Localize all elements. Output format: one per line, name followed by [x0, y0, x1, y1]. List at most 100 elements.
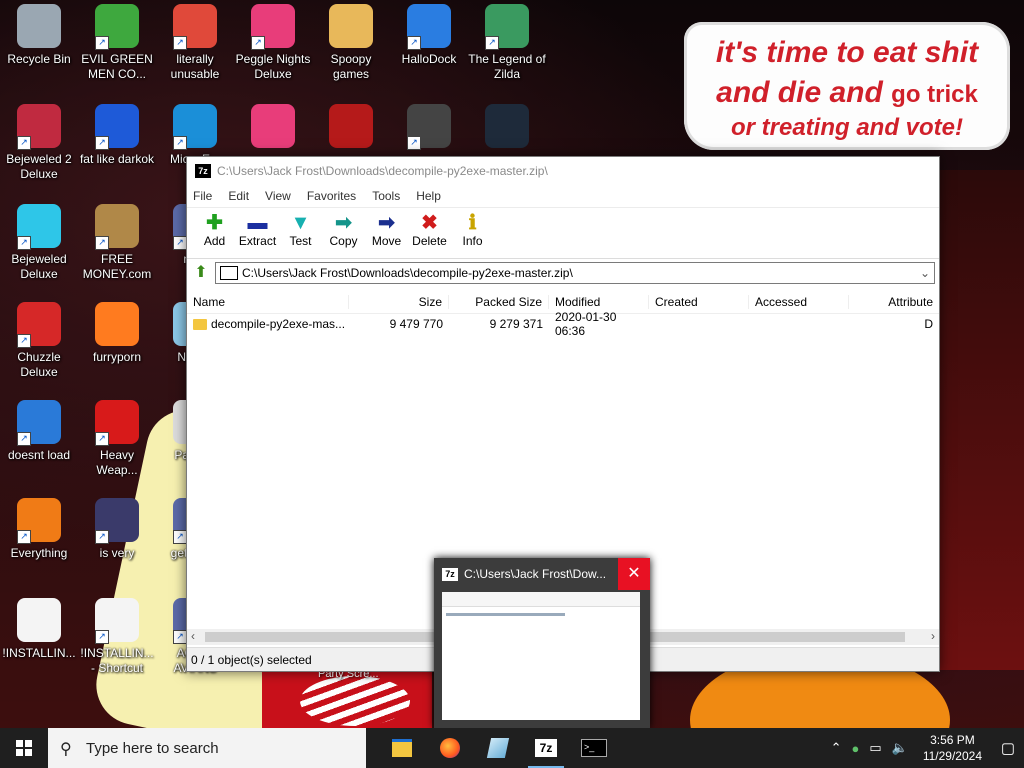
desktop-icon[interactable]: ↗ EVIL GREEN MEN CO...: [78, 4, 156, 82]
desktop-icon[interactable]: ↗ doesnt load: [0, 400, 78, 463]
desktop-icon[interactable]: ↗ is very: [78, 498, 156, 561]
menu-file[interactable]: File: [193, 189, 212, 203]
toolbar-test-button[interactable]: ▼ Test: [279, 208, 322, 248]
notification-icon[interactable]: ▢: [992, 739, 1024, 757]
desktop-icon[interactable]: ↗ !INSTALLIN... - Shortcut: [78, 598, 156, 676]
desktop-icon[interactable]: [312, 104, 390, 152]
desktop-icon[interactable]: ↗ Bejeweled 2 Deluxe: [0, 104, 78, 182]
desktop-icon-label: fat like darkok: [79, 152, 155, 166]
people-icon[interactable]: ●: [851, 741, 859, 756]
chevron-down-icon[interactable]: ⌄: [916, 266, 934, 280]
menu-edit[interactable]: Edit: [228, 189, 249, 203]
desktop-icon[interactable]: ↗ HalloDock: [390, 4, 468, 67]
desktop-icon[interactable]: furryporn: [78, 302, 156, 365]
network-icon[interactable]: ▭: [869, 740, 881, 756]
folder-icon: [329, 4, 373, 48]
toolbar-delete-button[interactable]: ✖ Delete: [408, 208, 451, 248]
shortcut-arrow-icon: ↗: [173, 630, 187, 644]
menu-help[interactable]: Help: [416, 189, 441, 203]
desktop-icon[interactable]: [468, 104, 546, 152]
address-bar[interactable]: C:\Users\Jack Frost\Downloads\decompile-…: [215, 262, 935, 284]
toolbar-move-button[interactable]: ➡ Move: [365, 208, 408, 248]
desktop-icon-label: The Legend of Zilda: [468, 52, 546, 81]
column-packed-size[interactable]: Packed Size: [449, 295, 549, 309]
flash-icon: [329, 104, 373, 148]
chrome-icon: ↗: [173, 4, 217, 50]
column-attribute[interactable]: Attribute: [849, 295, 939, 309]
clock-date: 11/29/2024: [922, 749, 982, 763]
green-men-icon: ↗: [95, 4, 139, 50]
taskbar-preview[interactable]: 7z C:\Users\Jack Frost\Dow... ✕: [434, 558, 650, 728]
desktop-icon[interactable]: ↗ Peggle Nights Deluxe: [234, 4, 312, 82]
column-created[interactable]: Created: [649, 295, 749, 309]
desktop-icon[interactable]: [234, 104, 312, 152]
document-icon: ↗: [95, 598, 139, 644]
shortcut-arrow-icon: ↗: [95, 530, 109, 544]
desktop-icon[interactable]: ↗ Everything: [0, 498, 78, 561]
menu-view[interactable]: View: [265, 189, 291, 203]
taskbar: ⚲ Type here to search 7z >_ ⌃ ● ▭ 🔈 3:56…: [0, 728, 1024, 768]
shortcut-arrow-icon: ↗: [17, 334, 31, 348]
close-icon[interactable]: ✕: [618, 558, 650, 590]
scroll-left-icon[interactable]: ‹: [191, 629, 195, 643]
menu-tools[interactable]: Tools: [372, 189, 400, 203]
7zip-app-icon: 7z: [195, 164, 211, 178]
up-folder-icon[interactable]: ⬆: [191, 263, 211, 283]
toolbar-add-button[interactable]: ✚ Add: [193, 208, 236, 248]
taskbar-search[interactable]: ⚲ Type here to search: [48, 728, 366, 768]
desktop-icon[interactable]: ↗: [390, 104, 468, 152]
file-explorer-icon[interactable]: [378, 728, 426, 768]
preview-thumb-row: [446, 613, 565, 616]
toolbar-label: Test: [289, 234, 312, 248]
app-icon[interactable]: [474, 728, 522, 768]
start-button[interactable]: [0, 728, 48, 768]
preview-thumbnail[interactable]: [442, 592, 640, 720]
toolbar-label: Add: [203, 234, 226, 248]
column-size[interactable]: Size: [349, 295, 449, 309]
firefox-icon[interactable]: [426, 728, 474, 768]
desktop-icon-label: Recycle Bin: [7, 52, 71, 66]
shortcut-arrow-icon: ↗: [17, 530, 31, 544]
toolbar-copy-button[interactable]: ➡ Copy: [322, 208, 365, 248]
search-placeholder: Type here to search: [86, 739, 219, 757]
desktop-icon-label: Everything: [10, 546, 68, 560]
scroll-right-icon[interactable]: ›: [931, 629, 935, 643]
chevron-up-icon[interactable]: ⌃: [831, 740, 842, 756]
desktop-icon-label: !INSTALLIN...: [2, 646, 76, 660]
document-icon: [17, 598, 61, 642]
desktop-icon[interactable]: ↗ fat like darkok: [78, 104, 156, 167]
toolbar: ✚ Add ▬ Extract ▼ Test ➡ Copy ➡ Move ✖ Delete ℹ Info: [187, 207, 939, 259]
desktop-icon-label: Peggle Nights Deluxe: [235, 52, 311, 81]
desktop-icon[interactable]: ↗ Bejeweled Deluxe: [0, 204, 78, 282]
toolbar-info-button[interactable]: ℹ Info: [451, 208, 494, 248]
desktop-icon[interactable]: ↗ Chuzzle Deluxe: [0, 302, 78, 380]
volume-icon[interactable]: 🔈: [892, 740, 908, 756]
status-text: 0 / 1 object(s) selected: [191, 652, 312, 667]
speech-line-3: or treating and vote!: [730, 114, 964, 141]
clock[interactable]: 3:56 PM 11/29/2024: [923, 732, 982, 764]
column-name[interactable]: Name: [187, 295, 349, 309]
window-titlebar[interactable]: 7z C:\Users\Jack Frost\Downloads\decompi…: [187, 157, 939, 185]
wallpaper-flag-stripes: [300, 676, 410, 726]
desktop-icon-label: Heavy Weap...: [96, 448, 138, 477]
column-accessed[interactable]: Accessed: [749, 295, 849, 309]
table-row[interactable]: decompile-py2exe-mas... 9 479 770 9 279 …: [187, 310, 939, 338]
desktop-icon[interactable]: ↗ Heavy Weap...: [78, 400, 156, 478]
terminal-icon[interactable]: >_: [570, 728, 618, 768]
desktop-icon[interactable]: Spoopy games: [312, 4, 390, 82]
desktop-icon[interactable]: !INSTALLIN...: [0, 598, 78, 661]
column-modified[interactable]: Modified: [549, 295, 649, 309]
mpl-shield-icon: ↗: [95, 498, 139, 544]
game-character-icon: ↗: [485, 4, 529, 50]
shortcut-arrow-icon: ↗: [95, 432, 109, 446]
desktop-icon[interactable]: Recycle Bin: [0, 4, 78, 67]
7zip-icon[interactable]: 7z: [522, 728, 570, 768]
toolbar-extract-button[interactable]: ▬ Extract: [236, 208, 279, 248]
menu-favorites[interactable]: Favorites: [307, 189, 356, 203]
row-size: 9 479 770: [389, 317, 443, 331]
desktop-icon[interactable]: ↗ literally unusable: [156, 4, 234, 82]
desktop-icon[interactable]: ↗ The Legend of Zilda: [468, 4, 546, 82]
toolbar-label: Delete: [412, 234, 447, 248]
desktop-icon[interactable]: ↗ FREE MONEY.com: [78, 204, 156, 282]
recycle-bin-icon: [17, 4, 61, 48]
